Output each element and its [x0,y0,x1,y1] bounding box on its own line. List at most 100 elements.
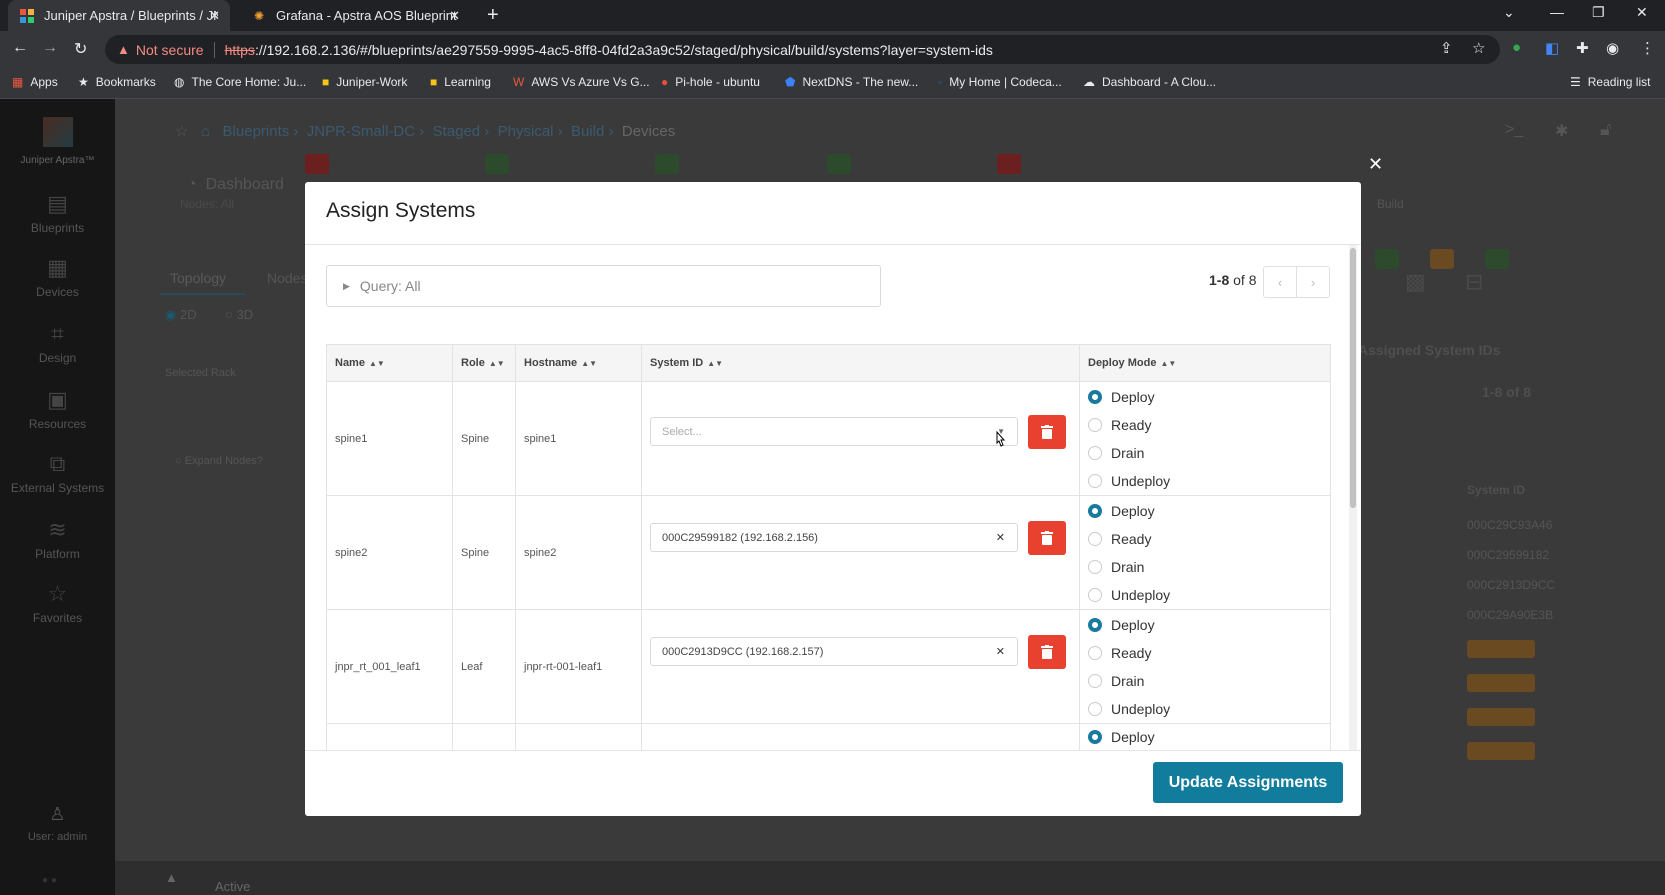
sidebar-item-favorites[interactable]: ☆ Favorites [0,581,115,625]
tab-search-icon[interactable]: ⌄ [1503,4,1515,21]
forward-icon[interactable]: → [42,39,58,57]
not-assigned-badge [1467,742,1535,760]
modal-scrollbar-thumb[interactable] [1350,248,1356,508]
browser-tab-apstra[interactable]: Juniper Apstra / Blueprints / JNP ✕ [8,0,230,31]
minimize-icon[interactable]: — [1550,4,1564,20]
sidebar-item-resources[interactable]: ▣ Resources [0,387,115,431]
dashboard-icon: ◔ [187,176,197,193]
view-2d-radio[interactable]: ◉ 2D [165,307,197,323]
sidebar-user[interactable]: ♙ User: admin [0,804,115,843]
radio-undeploy[interactable]: Undeploy [1088,695,1170,723]
modal-close-icon[interactable]: ✕ [1368,154,1383,175]
menu-kebab-icon[interactable]: ⋮ [1640,39,1655,57]
ok-badge [655,154,679,174]
restore-icon[interactable]: ❐ [1592,4,1605,21]
bookmark-nextdns[interactable]: ⬟ NextDNS - The new... [785,75,918,89]
cell-hostname: spine1 [515,381,642,496]
bookmark-star-icon[interactable]: ☆ [1472,39,1485,57]
prev-page-icon[interactable]: ‹ [1264,267,1296,297]
delete-button[interactable] [1028,415,1066,449]
radio-drain[interactable]: Drain [1088,553,1170,581]
column-header-deploy-mode[interactable]: Deploy Mode ▲▼ [1079,344,1331,382]
active-tasks-bar[interactable]: ▲ Active Tasks: 0 [115,861,1665,895]
radio-deploy[interactable]: Deploy [1088,723,1155,750]
radio-ready[interactable]: Ready [1088,639,1170,667]
bookmark-dashboard[interactable]: ☁ Dashboard - A Clou... [1083,75,1216,89]
dashboard-tab[interactable]: ◔ Dashboard [187,176,284,194]
address-bar[interactable]: ▲ Not secure https ://192.168.2.136/#/bl… [105,35,1500,64]
extension-icon[interactable]: ◧ [1545,39,1559,57]
system-id-select[interactable]: Select... ▼ [650,417,1018,446]
column-header-role[interactable]: Role ▲▼ [452,344,516,382]
delete-button[interactable] [1028,635,1066,669]
radio-checked-icon [1088,504,1102,518]
browser-tab-title: Juniper Apstra / Blueprints / JNP [44,8,218,23]
selected-rack-label: Selected Rack [165,367,236,379]
update-assignments-button[interactable]: Update Assignments [1153,762,1343,803]
radio-unchecked-icon [1088,560,1102,574]
lock-icon[interactable]: 🔓︎ [1600,119,1612,140]
browser-tab-grafana[interactable]: ✺ Grafana - Apstra AOS Blueprint ✕ [240,0,470,31]
column-header-name[interactable]: Name ▲▼ [326,344,453,382]
radio-ready[interactable]: Ready [1088,411,1170,439]
new-tab-icon[interactable]: + [487,4,499,27]
bookmark-bookmarks[interactable]: ★ Bookmarks [78,75,156,89]
home-icon[interactable]: ⌂ [201,123,210,140]
radio-drain[interactable]: Drain [1088,667,1170,695]
system-id-select[interactable]: 000C2913D9CC (192.168.2.157) ✕ [650,637,1018,666]
favorite-star-icon[interactable]: ☆ [175,123,188,140]
grammarly-icon[interactable]: ● [1512,39,1521,56]
sidebar-item-external-systems[interactable]: ⧉ External Systems [0,451,115,495]
tab-close-icon[interactable]: ✕ [449,8,460,24]
column-header-system-id[interactable]: System ID ▲▼ [641,344,1080,382]
bug-icon[interactable]: ✱ [1555,121,1568,141]
devices-icon: ▦ [47,255,68,280]
reading-list-icon: ☰ [1570,75,1581,89]
delete-button[interactable] [1028,521,1066,555]
radio-undeploy[interactable]: Undeploy [1088,581,1170,609]
column-header-hostname[interactable]: Hostname ▲▼ [515,344,642,382]
query-filter[interactable]: ▶ Query: All [326,265,881,307]
topology-tab[interactable]: Topology [170,270,226,286]
puzzle-icon[interactable]: ✚ [1576,39,1589,57]
radio-undeploy[interactable]: Undeploy [1088,467,1170,495]
view-3d-radio[interactable]: ○ 3D [225,307,253,322]
system-id-select[interactable]: 000C29599182 (192.168.2.156) ✕ [650,523,1018,552]
sidebar-item-blueprints[interactable]: ▤ Blueprints [0,191,115,235]
mouse-cursor-icon [993,430,1007,456]
share-icon[interactable]: ⇪ [1440,39,1453,57]
clear-icon[interactable]: ✕ [996,531,1005,544]
clear-icon[interactable]: ✕ [996,645,1005,658]
reload-icon[interactable]: ↻ [74,39,87,59]
bookmark-learning[interactable]: ■ Learning [430,75,491,89]
bookmark-aws[interactable]: W AWS Vs Azure Vs G... [513,75,650,89]
back-icon[interactable]: ← [12,39,28,57]
sidebar-item-platform[interactable]: ≋ Platform [0,517,115,561]
radio-unchecked-icon [1088,418,1102,432]
sidebar-item-design[interactable]: ⌗ Design [0,321,115,365]
bookmark-core-home[interactable]: ◍ The Core Home: Ju... [174,75,306,89]
cli-icon[interactable]: >_ [1505,121,1523,139]
radio-deploy[interactable]: Deploy [1088,383,1170,411]
expand-nodes-label[interactable]: ○ Expand Nodes? [175,455,263,467]
not-assigned-badge [1467,708,1535,726]
next-page-icon[interactable]: › [1296,267,1329,297]
profile-avatar-icon[interactable]: ◉ [1606,39,1619,57]
nodes-filter: Nodes: All [180,197,235,211]
radio-drain[interactable]: Drain [1088,439,1170,467]
nodes-tab[interactable]: Nodes [267,270,307,286]
table-header-row: Name ▲▼ Role ▲▼ Hostname ▲▼ System ID ▲▼ Dep… [326,344,1331,382]
bookmark-apps[interactable]: ▦ Apps [12,75,58,89]
radio-deploy[interactable]: Deploy [1088,497,1170,525]
window-close-icon[interactable]: ✕ [1636,4,1648,21]
tab-close-icon[interactable]: ✕ [209,8,220,24]
bookmark-codecamp[interactable]: ▪ My Home | Codeca... [938,75,1062,89]
shield-icon: ⬟ [785,75,796,89]
bookmark-juniper-work[interactable]: ■ Juniper-Work [322,75,407,89]
reading-list[interactable]: ☰ Reading list [1570,75,1650,89]
radio-deploy[interactable]: Deploy [1088,611,1170,639]
sidebar-item-devices[interactable]: ▦ Devices [0,255,115,299]
radio-unchecked-icon [1088,446,1102,460]
radio-ready[interactable]: Ready [1088,525,1170,553]
bookmark-pihole[interactable]: ● Pi-hole - ubuntu [661,75,760,89]
